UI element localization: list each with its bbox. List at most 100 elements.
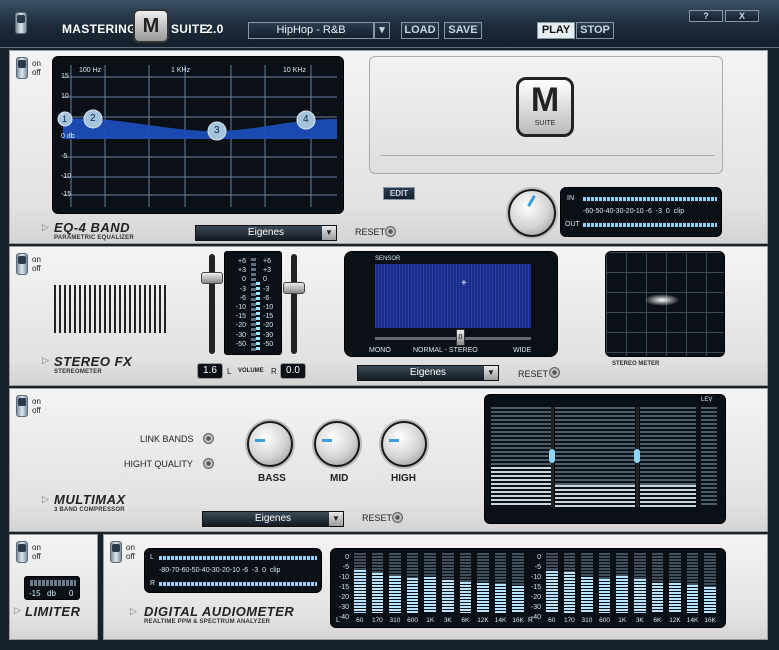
stereo-mode-slider[interactable]: 0: [456, 329, 465, 346]
load-button[interactable]: LOAD: [401, 22, 439, 39]
spectrum-freq-r-3: 600: [599, 617, 611, 624]
multimax-power-toggle[interactable]: [16, 395, 28, 417]
ppm-r-bar: [159, 582, 317, 586]
eq-db-15: 15: [61, 73, 69, 80]
eq-db-minus15: -15: [61, 191, 72, 198]
spectrum-analyzer: 0 -5 -10 -15 -20 -30 -40 0 -5 -10 -15 -20 -30 -40 L …: [330, 548, 726, 628]
multimax-off-label: off: [32, 406, 41, 415]
spectrum-freq-l-2: 310: [389, 617, 401, 624]
spectrum-bar-l-0: [354, 553, 366, 613]
spectrum-bar-r-3: [598, 553, 611, 613]
master-power-toggle[interactable]: [15, 12, 27, 34]
spectrum-freq-l-0: 60: [356, 617, 364, 624]
title-bar: MASTERING M SUITE 2.0 HipHop - R&B ▾ LOA…: [0, 0, 779, 48]
stereo-expand-icon[interactable]: ▷: [42, 355, 49, 366]
spectrum-right-freqs: 60 170 310 600 1K 3K 6K 12K 14K 16K: [543, 617, 719, 626]
right-volume-thumb[interactable]: [283, 282, 305, 294]
stereo-fx-panel: on off +6 +3 0 -3 -6 -10 -15 -20 -30 -50 +6 +3 0 -3-…: [9, 246, 768, 386]
save-button[interactable]: SAVE: [444, 22, 482, 39]
multimax-preset-dropdown[interactable]: Eigenes ▼: [202, 511, 344, 527]
out-level-bar: [583, 223, 717, 227]
stereo-preset-dropdown[interactable]: Eigenes ▼: [357, 365, 499, 381]
eq-band-3-handle[interactable]: 3: [214, 125, 220, 136]
mode-wide-label: WIDE: [513, 347, 532, 354]
app-name-left: MASTERING: [62, 22, 137, 36]
eq-preset-dropdown[interactable]: Eigenes ▼: [195, 225, 337, 241]
limiter-power-toggle[interactable]: [16, 541, 28, 563]
eq-freq-1khz: 1 KHz: [171, 67, 191, 74]
mid-knob[interactable]: [314, 421, 360, 467]
right-volume-value[interactable]: 0.0: [280, 363, 306, 379]
spectrum-freq-l-8: 14K: [494, 617, 507, 624]
audiometer-expand-icon[interactable]: ▷: [130, 606, 137, 617]
spectrum-freq-l-1: 170: [371, 617, 383, 624]
eq-power-toggle[interactable]: [16, 57, 28, 79]
play-button[interactable]: PLAY: [537, 22, 575, 39]
left-volume-thumb[interactable]: [201, 272, 223, 284]
eq-freq-100hz: 100 Hz: [79, 67, 102, 74]
ppm-r-label: R: [150, 580, 156, 587]
preset-dropdown-arrow[interactable]: ▾: [374, 22, 390, 39]
spectrum-bar-r-9: [704, 553, 716, 613]
spectrum-bar-r-5: [634, 553, 646, 613]
spectrum-left-freqs: 60 170 310 600 1K 3K 6K 12K 14K 16K: [351, 617, 527, 626]
left-volume-value[interactable]: 1.6: [197, 363, 223, 379]
eq-title: EQ-4 BAND: [54, 220, 131, 235]
close-button[interactable]: X: [725, 10, 759, 22]
spectrum-bar-l-7: [477, 553, 489, 613]
right-volume-slider[interactable]: [283, 252, 305, 356]
limiter-unit: db: [47, 589, 56, 598]
output-gain-knob[interactable]: [508, 189, 556, 237]
knob-indicator: [255, 439, 265, 442]
help-button[interactable]: ?: [689, 10, 723, 22]
mastering-suite-window: MASTERING M SUITE 2.0 HipHop - R&B ▾ LOA…: [0, 0, 779, 650]
suite-logo-letter: M: [530, 81, 560, 119]
spectrum-freq-r-9: 16K: [704, 617, 716, 624]
app-logo: M: [133, 9, 169, 43]
stereo-power-toggle[interactable]: [16, 253, 28, 275]
spectrum-freq-r-2: 310: [581, 617, 593, 624]
eq-band-2-handle[interactable]: 2: [90, 113, 96, 124]
stereo-reset-button[interactable]: [549, 367, 560, 378]
multimax-on-label: on: [32, 397, 41, 406]
preset-select[interactable]: HipHop - R&B: [248, 22, 374, 39]
stereo-title: STEREO FX: [54, 354, 133, 369]
chevron-down-icon: ▾: [379, 24, 385, 36]
band-split-2[interactable]: [634, 407, 640, 507]
eq-subtitle: PARAMETRIC EQUALIZER: [54, 235, 134, 241]
spectrum-right-bars: [543, 553, 719, 613]
spec-r-label: R: [528, 617, 534, 624]
mode-normal-label: NORMAL - STEREO: [413, 347, 478, 354]
high-knob[interactable]: [381, 421, 427, 467]
multimax-reset-button[interactable]: [392, 512, 403, 523]
eq-graph[interactable]: 100 Hz 1 KHz 10 KHz 15 10 5 0 db -5 -10 …: [52, 56, 344, 214]
eq-reset-button[interactable]: [385, 226, 396, 237]
eq-band-4-handle[interactable]: 4: [303, 114, 309, 125]
limiter-expand-icon[interactable]: ▷: [14, 605, 21, 616]
suite-logo: M SUITE: [516, 77, 574, 137]
left-volume-slider[interactable]: [201, 252, 223, 356]
spectrum-bar-r-2: [581, 553, 593, 613]
lev-label: LEV: [701, 397, 713, 403]
edit-button[interactable]: EDIT: [383, 187, 415, 200]
audiometer-title: DIGITAL AUDIOMETER: [144, 604, 295, 619]
link-bands-toggle[interactable]: [203, 433, 214, 444]
band-split-1[interactable]: [549, 407, 555, 507]
eq-expand-icon[interactable]: ▷: [42, 222, 49, 233]
audiometer-power-toggle[interactable]: [110, 541, 122, 563]
limiter-display[interactable]: -15 db 0: [24, 576, 80, 600]
bass-knob[interactable]: [247, 421, 293, 467]
eq-reset-label: RESET: [355, 227, 386, 237]
spec-scale-right: 0 -5 -10 -15 -20 -30 -40: [530, 554, 541, 621]
multimax-expand-icon[interactable]: ▷: [42, 494, 49, 505]
eq-band-1-handle[interactable]: 1: [62, 114, 67, 124]
meter-in-label: IN: [567, 195, 574, 202]
level-meter: [701, 407, 717, 507]
multimax-panel: on off LINK BANDS HIGHT QUALITY BASS MID…: [9, 388, 768, 532]
stop-button[interactable]: STOP: [576, 22, 614, 39]
audiometer-subtitle: REALTIME PPM & SPECTRUM ANALYZER: [144, 619, 271, 625]
chevron-down-icon: ▼: [322, 226, 336, 240]
high-quality-toggle[interactable]: [203, 458, 214, 469]
spectrum-freq-l-7: 12K: [477, 617, 489, 624]
limiter-zero: 0: [69, 589, 74, 598]
